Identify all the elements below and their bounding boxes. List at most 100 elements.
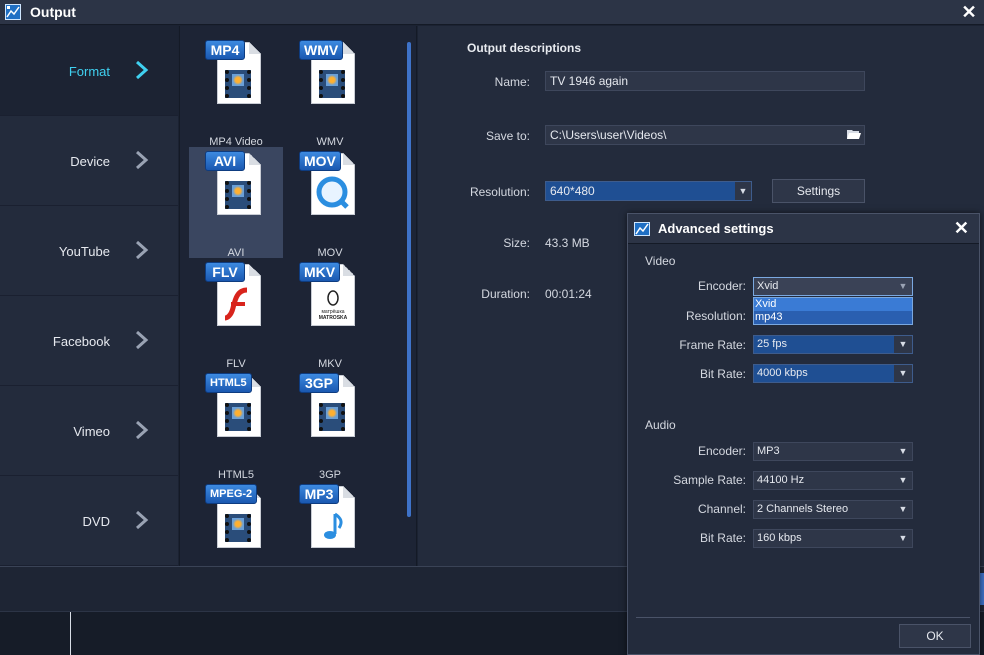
format-badge: FLV: [205, 262, 245, 282]
chevron-down-icon: ▼: [735, 182, 751, 200]
nav-item-device[interactable]: Device: [0, 116, 178, 206]
close-icon[interactable]: ✕: [954, 218, 969, 239]
audio-encoder-label: Encoder:: [697, 444, 746, 458]
nav-item-label: YouTube: [58, 244, 110, 259]
settings-button[interactable]: Settings: [772, 179, 865, 203]
format-tile-wmv[interactable]: WMV WMV: [283, 36, 377, 148]
dialog-title-bar: Advanced settings ✕: [628, 214, 979, 244]
audio-section-label: Audio: [645, 418, 676, 432]
film-strip-icon: [225, 514, 251, 542]
accent-bar: [980, 573, 984, 605]
format-badge: MP4: [205, 40, 245, 60]
section-heading: Output descriptions: [467, 41, 581, 55]
chevron-right-icon: [136, 60, 149, 80]
name-field[interactable]: TV 1946 again: [545, 71, 865, 91]
chevron-down-icon: ▼: [894, 336, 912, 353]
save-path-text: C:\Users\user\Videos\: [550, 128, 667, 142]
ok-button[interactable]: OK: [899, 624, 971, 648]
video-encoder-dropdown-list: Xvid mp43: [753, 297, 913, 325]
nav-item-label: Facebook: [52, 334, 110, 349]
window-title: Output: [30, 4, 76, 20]
format-tile-mp3[interactable]: MP3: [283, 480, 377, 566]
dialog-divider: [636, 617, 970, 618]
nav-item-dvd[interactable]: DVD: [0, 476, 178, 566]
format-tile-avi[interactable]: AVI AVI: [189, 147, 283, 259]
matroska-icon: матрёшка MATROSKA: [319, 290, 348, 321]
nav-item-format[interactable]: Format: [0, 26, 178, 116]
nav-item-youtube[interactable]: YouTube: [0, 206, 178, 296]
audio-encoder-select[interactable]: MP3 ▼: [753, 442, 913, 461]
film-strip-icon: [225, 403, 251, 431]
nav-item-label: DVD: [82, 514, 110, 529]
flash-icon: [224, 287, 248, 321]
video-encoder-value: Xvid: [757, 280, 779, 292]
dropdown-option-mp43[interactable]: mp43: [754, 311, 912, 324]
frame-rate-select[interactable]: 25 fps ▼: [753, 335, 913, 354]
folder-open-icon[interactable]: [847, 128, 861, 140]
video-bit-rate-select[interactable]: 4000 kbps ▼: [753, 364, 913, 383]
format-tile-html5[interactable]: HTML5 HTML5: [189, 369, 283, 481]
duration-value: 00:01:24: [545, 287, 592, 301]
timeline-marker[interactable]: [70, 612, 71, 655]
save-to-field[interactable]: C:\Users\user\Videos\: [545, 125, 865, 145]
format-badge: MPEG-2: [205, 484, 258, 504]
dialog-title: Advanced settings: [658, 221, 774, 236]
name-label: Name:: [494, 75, 530, 89]
audio-encoder-value: MP3: [757, 445, 780, 457]
format-tile-3gp[interactable]: 3GP 3GP: [283, 369, 377, 481]
sample-rate-select[interactable]: 44100 Hz ▼: [753, 471, 913, 490]
resolution-select[interactable]: 640*480 ▼: [545, 181, 752, 201]
channel-select[interactable]: 2 Channels Stereo ▼: [753, 500, 913, 519]
video-encoder-select[interactable]: Xvid ▼: [753, 277, 913, 296]
chevron-down-icon: ▼: [894, 278, 912, 295]
film-strip-icon: [225, 70, 251, 98]
film-strip-icon: [319, 403, 345, 431]
size-label: Size:: [503, 236, 530, 250]
chevron-right-icon: [136, 240, 149, 260]
chevron-right-icon: [136, 420, 149, 440]
video-resolution-label: Resolution:: [685, 309, 746, 323]
scrollbar-thumb[interactable]: [407, 42, 411, 517]
format-tile-mov[interactable]: MOV MOV: [283, 147, 377, 259]
frame-rate-label: Frame Rate:: [679, 338, 746, 352]
chevron-down-icon: ▼: [894, 365, 912, 382]
audio-bit-rate-select[interactable]: 160 kbps ▼: [753, 529, 913, 548]
audio-bit-rate-value: 160 kbps: [757, 532, 802, 544]
app-logo-icon: [634, 222, 650, 236]
advanced-settings-dialog: Advanced settings ✕ Video Encoder: Xvid …: [627, 213, 980, 655]
title-bar: Output ✕: [0, 0, 984, 25]
video-section-label: Video: [645, 254, 676, 268]
music-note-icon: [324, 512, 343, 539]
format-badge: MKV: [299, 262, 341, 282]
channel-label: Channel:: [697, 502, 746, 516]
sample-rate-label: Sample Rate:: [673, 473, 746, 487]
chevron-down-icon: ▼: [894, 501, 912, 518]
format-tile-flv[interactable]: FLV FLV: [189, 258, 283, 370]
nav-item-facebook[interactable]: Facebook: [0, 296, 178, 386]
close-icon[interactable]: ✕: [960, 2, 978, 22]
format-badge: 3GP: [299, 373, 339, 393]
frame-rate-value: 25 fps: [757, 338, 787, 350]
video-bit-rate-value: 4000 kbps: [757, 367, 808, 379]
format-tile-mp4[interactable]: MP4 MP4 Video: [189, 36, 283, 148]
nav-item-label: Format: [68, 64, 110, 79]
size-value: 43.3 MB: [545, 236, 590, 250]
film-strip-icon: [319, 70, 345, 98]
format-tile-mpeg2[interactable]: MPEG-2: [189, 480, 283, 566]
video-encoder-label: Encoder:: [697, 279, 746, 293]
nav-item-label: Vimeo: [73, 424, 110, 439]
format-grid: MP4 MP4 Video WMV WMV AVI AVI MOV MOV FL…: [179, 26, 417, 566]
sample-rate-value: 44100 Hz: [757, 474, 805, 486]
duration-label: Duration:: [481, 287, 530, 301]
nav-item-label: Device: [70, 154, 110, 169]
format-badge: MOV: [299, 151, 341, 171]
nav-item-vimeo[interactable]: Vimeo: [0, 386, 178, 476]
resolution-label: Resolution:: [469, 185, 530, 199]
video-bit-rate-label: Bit Rate:: [699, 367, 746, 381]
dropdown-option-xvid[interactable]: Xvid: [754, 298, 912, 311]
chevron-down-icon: ▼: [894, 530, 912, 547]
format-tile-mkv[interactable]: матрёшка MATROSKA MKV MKV: [283, 258, 377, 370]
chevron-right-icon: [136, 330, 149, 350]
save-to-label: Save to:: [485, 129, 530, 143]
channel-value: 2 Channels Stereo: [757, 503, 849, 515]
